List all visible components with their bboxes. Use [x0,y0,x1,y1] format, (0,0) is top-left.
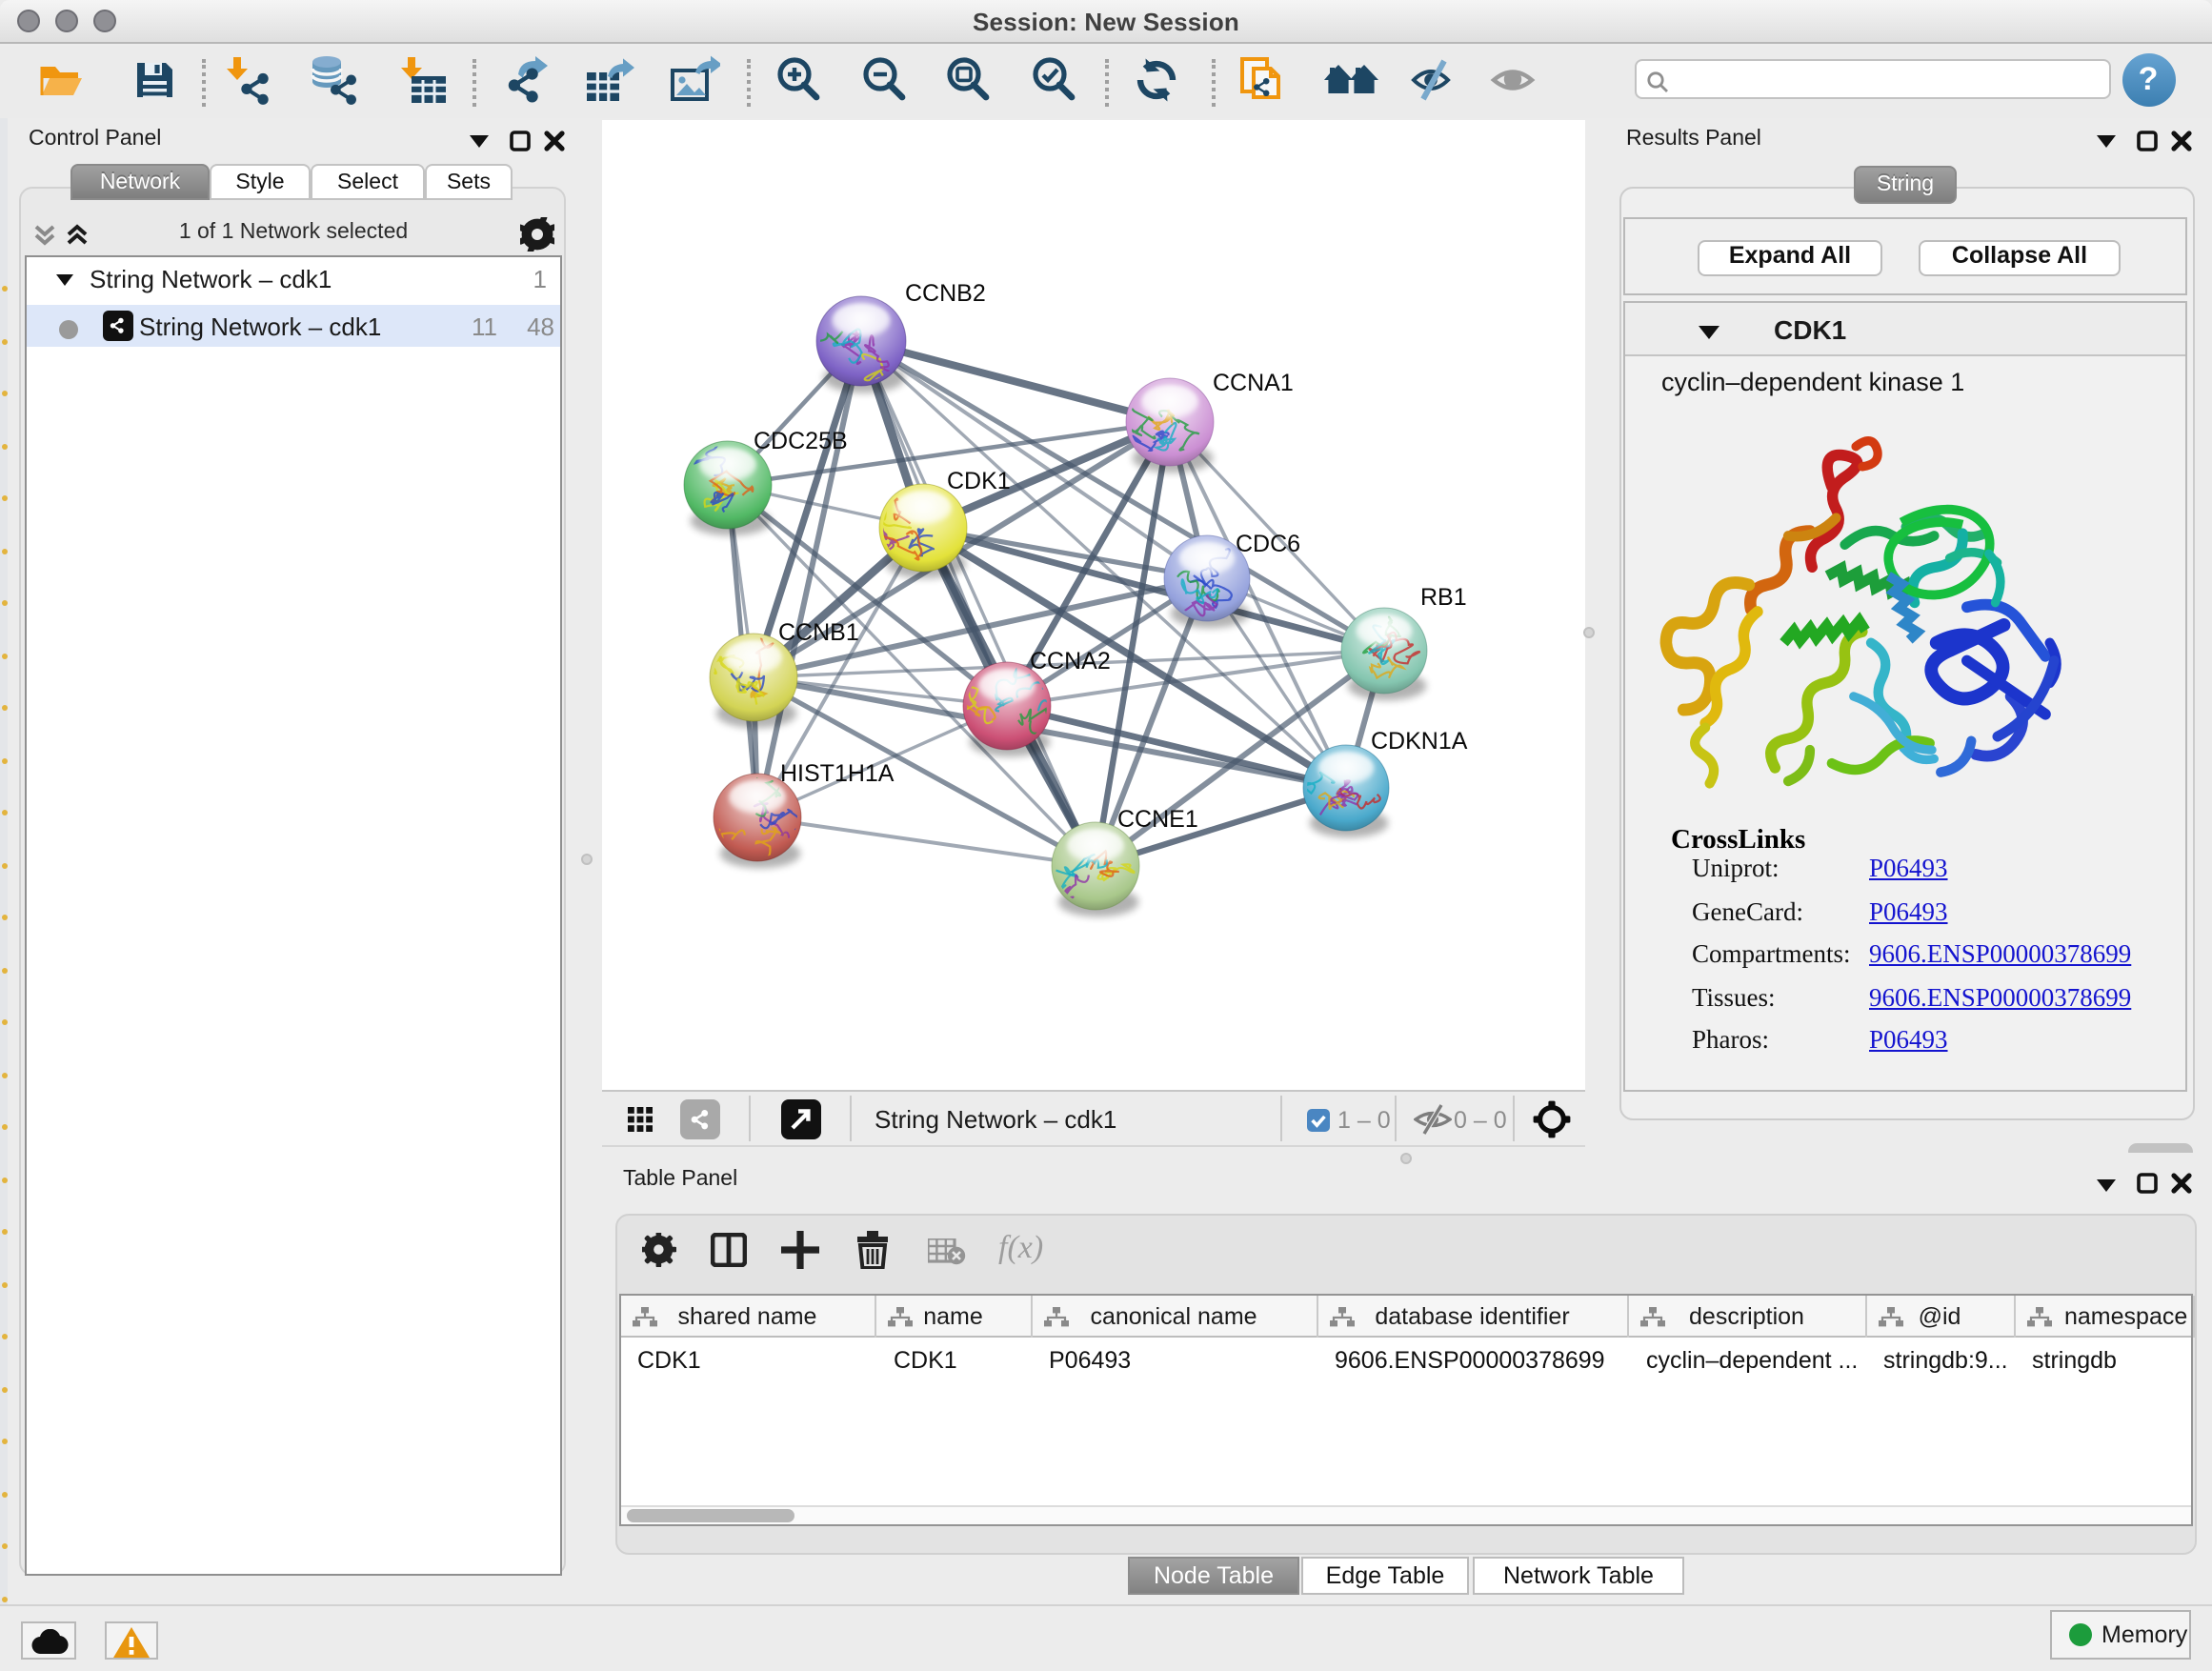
svg-text:RB1: RB1 [1419,583,1466,610]
svg-text:CDK1: CDK1 [946,467,1010,493]
svg-text:CCNE1: CCNE1 [1116,805,1197,832]
svg-text:CCNB2: CCNB2 [904,279,985,306]
svg-text:CCNA1: CCNA1 [1212,369,1293,395]
svg-text:CDC6: CDC6 [1235,530,1299,556]
svg-text:CDC25B: CDC25B [753,427,847,453]
svg-text:CCNB1: CCNB1 [777,618,858,645]
svg-text:CDKN1A: CDKN1A [1370,727,1467,754]
svg-text:CCNA2: CCNA2 [1029,647,1110,674]
svg-text:HIST1H1A: HIST1H1A [779,759,894,786]
